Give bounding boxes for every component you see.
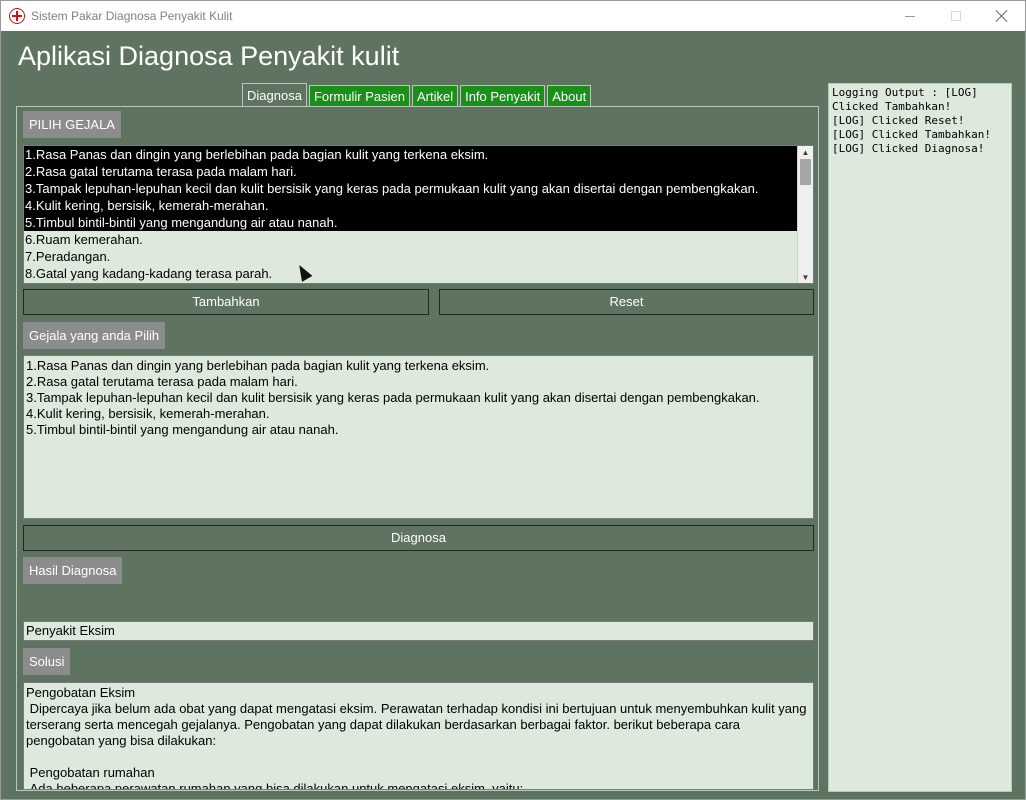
gejala-list-item[interactable]: 4.Kulit kering, bersisik, kemerah-meraha… <box>24 197 797 214</box>
log-line: [LOG] Clicked Diagnosa! <box>832 142 985 155</box>
gejala-dipilih-line: 3.Tampak lepuhan-lepuhan kecil dan kulit… <box>26 390 760 405</box>
log-line: [LOG] Clicked Reset! <box>832 114 965 127</box>
listbox-scrollbar[interactable]: ▲ ▼ <box>797 146 813 283</box>
window-title: Sistem Pakar Diagnosa Penyakit Kulit <box>31 9 233 23</box>
gejala-list-item[interactable]: 7.Peradangan. <box>24 248 797 265</box>
hasil-diagnosa-field[interactable]: Penyakit Eksim <box>23 621 814 641</box>
tab-about[interactable]: About <box>547 85 592 107</box>
scroll-up-arrow-icon[interactable]: ▲ <box>798 146 813 158</box>
diagnosa-panel: PILIH GEJALA 1.Rasa Panas dan dingin yan… <box>16 106 819 791</box>
scroll-down-arrow-icon[interactable]: ▼ <box>798 271 813 283</box>
diagnosa-button[interactable]: Diagnosa <box>23 525 814 551</box>
tab-formulir-pasien[interactable]: Formulir Pasien <box>308 85 410 107</box>
maximize-button[interactable] <box>933 1 979 31</box>
log-output-textarea[interactable]: Logging Output : [LOG] Clicked Tambahkan… <box>828 83 1012 792</box>
solusi-line: Pengobatan Eksim <box>26 685 136 700</box>
gejala-listbox[interactable]: 1.Rasa Panas dan dingin yang berlebihan … <box>23 145 814 284</box>
title-bar: Sistem Pakar Diagnosa Penyakit Kulit <box>0 0 1026 31</box>
scroll-thumb[interactable] <box>800 159 811 185</box>
app-title: Aplikasi Diagnosa Penyakit kulit <box>18 41 400 71</box>
tab-info-penyakit[interactable]: Info Penyakit <box>460 85 546 107</box>
log-line: [LOG] Clicked Tambahkan! <box>832 128 991 141</box>
gejala-list-item[interactable]: 1.Rasa Panas dan dingin yang berlebihan … <box>24 146 797 163</box>
tab-bar: Diagnosa Formulir Pasien Artikel Info Pe… <box>242 83 593 107</box>
red-cross-icon <box>9 8 25 24</box>
solusi-line: Pengobatan rumahan <box>26 765 155 780</box>
gejala-dipilih-line: 1.Rasa Panas dan dingin yang berlebihan … <box>26 358 490 373</box>
reset-button[interactable]: Reset <box>439 289 814 315</box>
log-line: Logging Output : [LOG] Clicked Tambahkan… <box>832 86 985 113</box>
tambahkan-button[interactable]: Tambahkan <box>23 289 429 315</box>
maximize-icon <box>951 11 961 21</box>
tab-diagnosa[interactable]: Diagnosa <box>242 83 307 107</box>
main-window: Aplikasi Diagnosa Penyakit kulit Diagnos… <box>0 31 1026 800</box>
gejala-list-item[interactable]: 5.Timbul bintil-bintil yang mengandung a… <box>24 214 797 231</box>
minimize-button[interactable] <box>887 1 933 31</box>
gejala-list-item[interactable]: 8.Gatal yang kadang-kadang terasa parah. <box>24 265 797 282</box>
gejala-list: 1.Rasa Panas dan dingin yang berlebihan … <box>24 146 813 282</box>
solusi-label: Solusi <box>23 648 71 675</box>
minimize-icon <box>905 15 915 17</box>
close-button[interactable] <box>979 1 1025 31</box>
gejala-list-item[interactable]: 2.Rasa gatal terutama terasa pada malam … <box>24 163 797 180</box>
gejala-list-item[interactable]: 3.Tampak lepuhan-lepuhan kecil dan kulit… <box>24 180 797 197</box>
gejala-dipilih-line: 2.Rasa gatal terutama terasa pada malam … <box>26 374 298 389</box>
pilih-gejala-label: PILIH GEJALA <box>23 111 121 138</box>
solusi-textarea[interactable]: Pengobatan Eksim Dipercaya jika belum ad… <box>23 682 814 790</box>
gejala-dipilih-line: 5.Timbul bintil-bintil yang mengandung a… <box>26 422 339 437</box>
tab-artikel[interactable]: Artikel <box>411 85 459 107</box>
solusi-line <box>26 749 811 765</box>
hasil-diagnosa-label: Hasil Diagnosa <box>23 557 123 584</box>
gejala-dipilih-line: 4.Kulit kering, bersisik, kemerah-meraha… <box>26 406 270 421</box>
solusi-line: Dipercaya jika belum ada obat yang dapat… <box>26 701 811 748</box>
gejala-list-item[interactable]: 6.Ruam kemerahan. <box>24 231 797 248</box>
gejala-dipilih-label: Gejala yang anda Pilih <box>23 322 166 349</box>
solusi-line: Ada beberapa perawatan rumahan yang bisa… <box>26 781 524 790</box>
gejala-dipilih-textarea[interactable]: 1.Rasa Panas dan dingin yang berlebihan … <box>23 355 814 519</box>
close-icon <box>996 10 1008 22</box>
